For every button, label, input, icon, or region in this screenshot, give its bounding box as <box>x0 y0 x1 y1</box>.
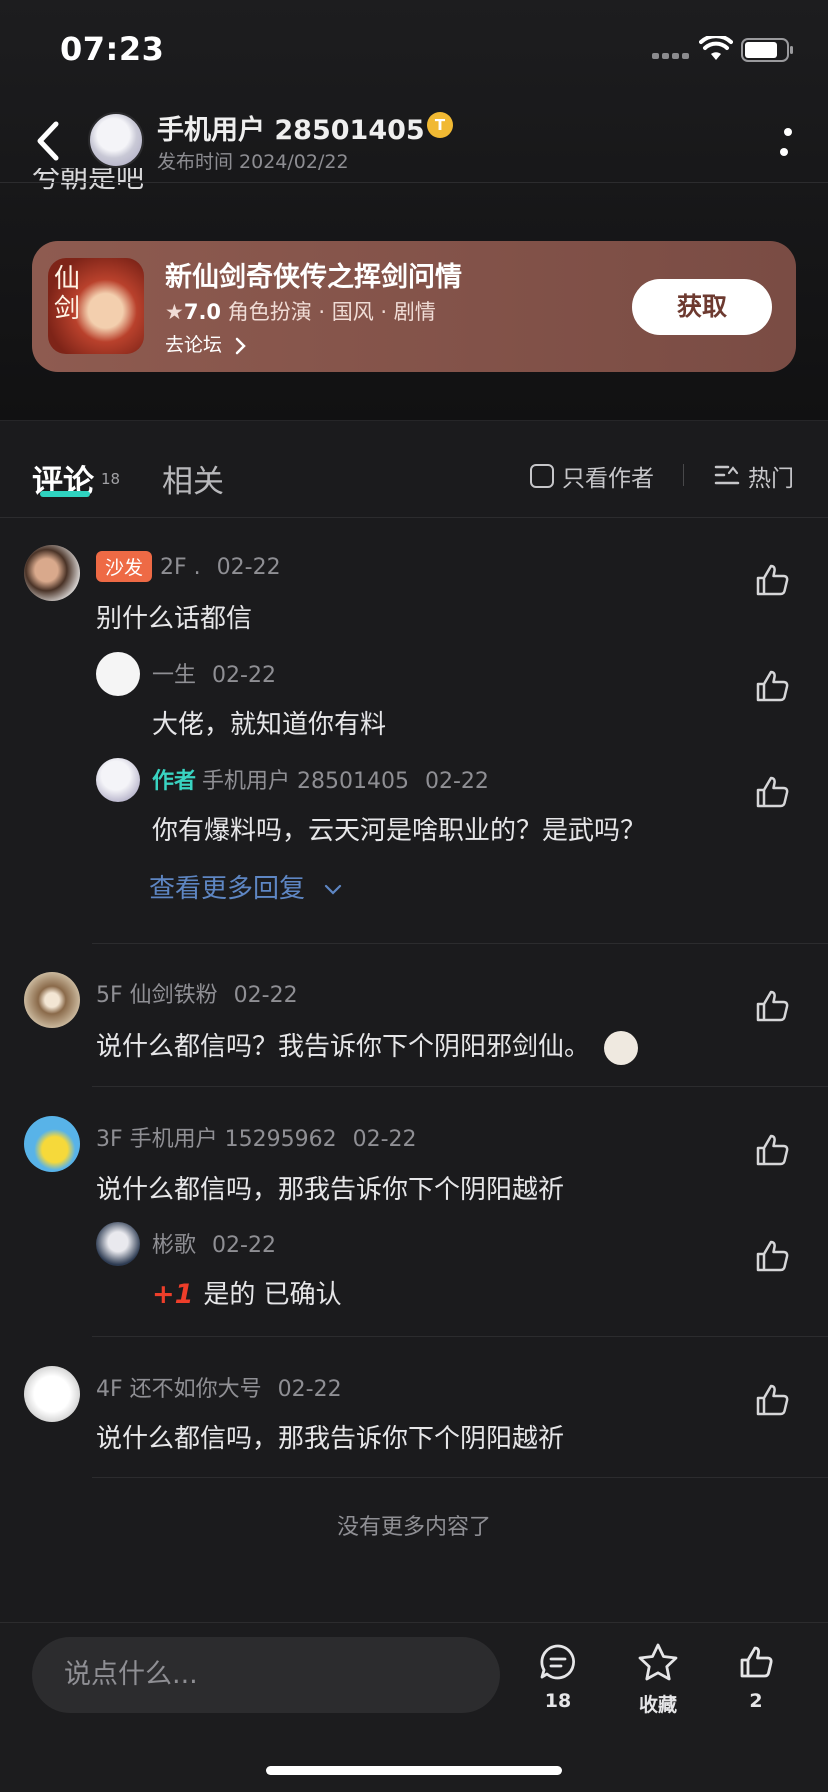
header-divider <box>0 182 828 183</box>
reply-date: 02-22 <box>212 1233 276 1258</box>
avatar[interactable] <box>24 1366 80 1422</box>
only-author-label: 只看作者 <box>562 466 654 492</box>
avatar[interactable] <box>24 545 80 601</box>
author-avatar[interactable] <box>88 112 144 168</box>
reply-date: 02-22 <box>212 663 276 688</box>
reply-user[interactable]: 手机用户 28501405 <box>202 769 409 794</box>
reply-user[interactable]: 彬歌 <box>152 1233 196 1258</box>
comment-user[interactable]: 5F 仙剑铁粉 <box>96 983 218 1008</box>
chevron-right-icon <box>235 337 246 354</box>
cellular-signal-icon <box>652 53 692 61</box>
author-tag: 作者 <box>152 769 197 794</box>
avatar[interactable] <box>96 1222 140 1266</box>
like-icon[interactable] <box>752 560 792 600</box>
like-icon[interactable] <box>752 666 792 706</box>
reply-date: 02-22 <box>425 769 489 794</box>
comment-icon <box>540 1644 575 1680</box>
status-time: 07:23 <box>60 30 165 68</box>
comment-text: 说什么都信吗，那我告诉你下个阴阳越祈 <box>96 1175 565 1205</box>
comment-divider <box>92 1086 828 1087</box>
plus-one-sticker: +1 <box>152 1279 194 1310</box>
game-title[interactable]: 新仙剑奇侠传之挥剑问情 <box>165 255 462 294</box>
like-count: 2 <box>749 1690 763 1712</box>
end-of-list-text: 没有更多内容了 <box>336 1515 491 1540</box>
like-icon[interactable] <box>752 1236 792 1276</box>
like-icon[interactable] <box>752 1130 792 1170</box>
avatar[interactable] <box>96 758 140 802</box>
only-author-toggle[interactable]: 只看作者 <box>530 459 654 493</box>
get-game-button[interactable]: 获取 <box>632 279 772 335</box>
reply-user[interactable]: 一生 <box>152 663 196 688</box>
tabs-divider-line <box>0 517 828 518</box>
chevron-down-icon <box>325 884 342 895</box>
sort-label: 热门 <box>748 466 794 492</box>
reply-text: 大佬，就知道你有料 <box>152 710 387 740</box>
avatar[interactable] <box>24 972 80 1028</box>
post-clipped-text: 兮朝是吧 <box>32 168 145 194</box>
game-rating: 7.0 <box>183 300 222 324</box>
comment-meta: 沙发 2F . 02-22 <box>96 551 281 582</box>
sort-icon <box>714 465 740 485</box>
comment-divider <box>92 1336 828 1337</box>
tabs-divider <box>683 464 684 486</box>
comment-date: 02-22 <box>216 555 281 580</box>
comment-user[interactable]: 2F . <box>160 555 201 580</box>
comment-user[interactable]: 3F 手机用户 15295962 <box>96 1127 337 1152</box>
post-time: 发布时间 2024/02/22 <box>157 151 349 173</box>
sofa-badge: 沙发 <box>96 551 153 582</box>
star-icon: ★ <box>165 300 184 324</box>
comment-text: 说什么都信吗？我告诉你下个阴阳邪剑仙。 <box>96 1026 639 1065</box>
like-icon[interactable] <box>752 772 792 812</box>
reply-text: +1 是的 已确认 <box>152 1279 342 1310</box>
favorite-label: 收藏 <box>638 1694 677 1716</box>
sort-hot-button[interactable]: 热门 <box>714 459 794 493</box>
reply-meta: 彬歌 02-22 <box>152 1227 276 1259</box>
comment-meta: 3F 手机用户 15295962 02-22 <box>96 1121 417 1153</box>
comment-divider <box>92 1477 828 1478</box>
checkbox-icon[interactable] <box>530 464 554 488</box>
star-icon <box>638 1643 678 1681</box>
avatar[interactable] <box>96 652 140 696</box>
comment-divider <box>92 943 828 944</box>
game-tags: 角色扮演 · 国风 · 剧情 <box>227 300 436 324</box>
comment-button[interactable]: 18 <box>526 1642 590 1712</box>
comment-date: 02-22 <box>352 1127 417 1152</box>
like-icon[interactable] <box>752 986 792 1026</box>
section-divider <box>0 420 828 421</box>
comments-count: 18 <box>101 470 121 488</box>
tab-related[interactable]: 相关 <box>162 456 224 501</box>
more-replies-link[interactable]: 查看更多回复 <box>149 868 343 905</box>
author-name[interactable]: 手机用户 28501405 <box>157 108 425 147</box>
comment-text: 说什么都信吗，那我告诉你下个阴阳越祈 <box>96 1424 565 1454</box>
reply-text: 你有爆料吗，云天河是啥职业的？是武吗？ <box>152 816 647 846</box>
comment-input[interactable]: 说点什么... <box>32 1637 500 1713</box>
game-meta: ★7.0 角色扮演 · 国风 · 剧情 <box>165 296 436 326</box>
comment-count: 18 <box>544 1690 572 1712</box>
comment-meta: 4F 还不如你大号 02-22 <box>96 1371 342 1403</box>
favorite-button[interactable]: 收藏 <box>626 1642 690 1717</box>
home-indicator <box>266 1766 562 1775</box>
like-post-button[interactable]: 2 <box>724 1642 788 1712</box>
reply-meta: 一生 02-22 <box>152 657 276 689</box>
comment-text: 别什么话都信 <box>96 604 253 634</box>
comment-date: 02-22 <box>277 1377 342 1402</box>
comment-user[interactable]: 4F 还不如你大号 <box>96 1377 262 1402</box>
more-options-button[interactable] <box>776 122 796 168</box>
avatar[interactable] <box>24 1116 80 1172</box>
author-badge-icon: T <box>427 112 453 138</box>
comment-meta: 5F 仙剑铁粉 02-22 <box>96 977 298 1009</box>
reply-meta: 作者 手机用户 28501405 02-22 <box>152 763 489 795</box>
battery-icon <box>741 38 793 62</box>
cat-emoji-icon <box>604 1030 639 1065</box>
forum-link[interactable]: 去论坛 <box>165 330 248 357</box>
wifi-icon <box>699 36 733 60</box>
comment-date: 02-22 <box>233 983 298 1008</box>
like-icon[interactable] <box>752 1380 792 1420</box>
thumbs-up-icon <box>740 1646 773 1678</box>
back-button[interactable] <box>30 118 66 164</box>
game-icon[interactable]: 仙剑 <box>48 258 144 354</box>
tab-active-indicator <box>40 491 90 497</box>
